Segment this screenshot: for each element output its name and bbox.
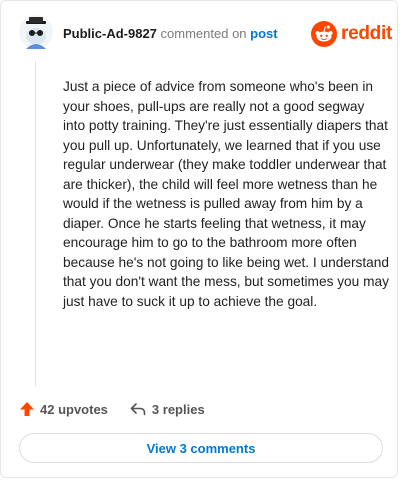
username-link[interactable]: Public-Ad-9827	[63, 26, 157, 41]
replies-button[interactable]: 3 replies	[130, 402, 205, 417]
comment-body: Just a piece of advice from someone who'…	[63, 79, 390, 309]
upvote-button[interactable]: 42 upvotes	[19, 401, 108, 417]
comment-actions: 42 upvotes 3 replies	[19, 399, 205, 419]
view-comments-button[interactable]: View 3 comments	[19, 433, 383, 463]
commented-on-text: commented on	[160, 26, 247, 41]
comment-header: Public-Ad-9827 commented on post	[63, 26, 278, 41]
avatar[interactable]	[19, 15, 53, 49]
thread-line[interactable]	[35, 61, 36, 386]
reddit-wordmark: reddit	[341, 23, 392, 44]
upvote-count: 42 upvotes	[40, 401, 108, 417]
replies-count: 3 replies	[151, 401, 205, 417]
post-link[interactable]: post	[250, 26, 277, 41]
comment-card: Public-Ad-9827 commented on post reddit …	[0, 0, 398, 478]
reply-arrow-icon	[130, 403, 146, 416]
upvote-arrow-icon	[20, 402, 34, 416]
reddit-logo[interactable]: reddit	[311, 21, 392, 47]
avatar-snoo-icon	[19, 15, 53, 49]
reddit-alien-icon	[311, 21, 337, 47]
